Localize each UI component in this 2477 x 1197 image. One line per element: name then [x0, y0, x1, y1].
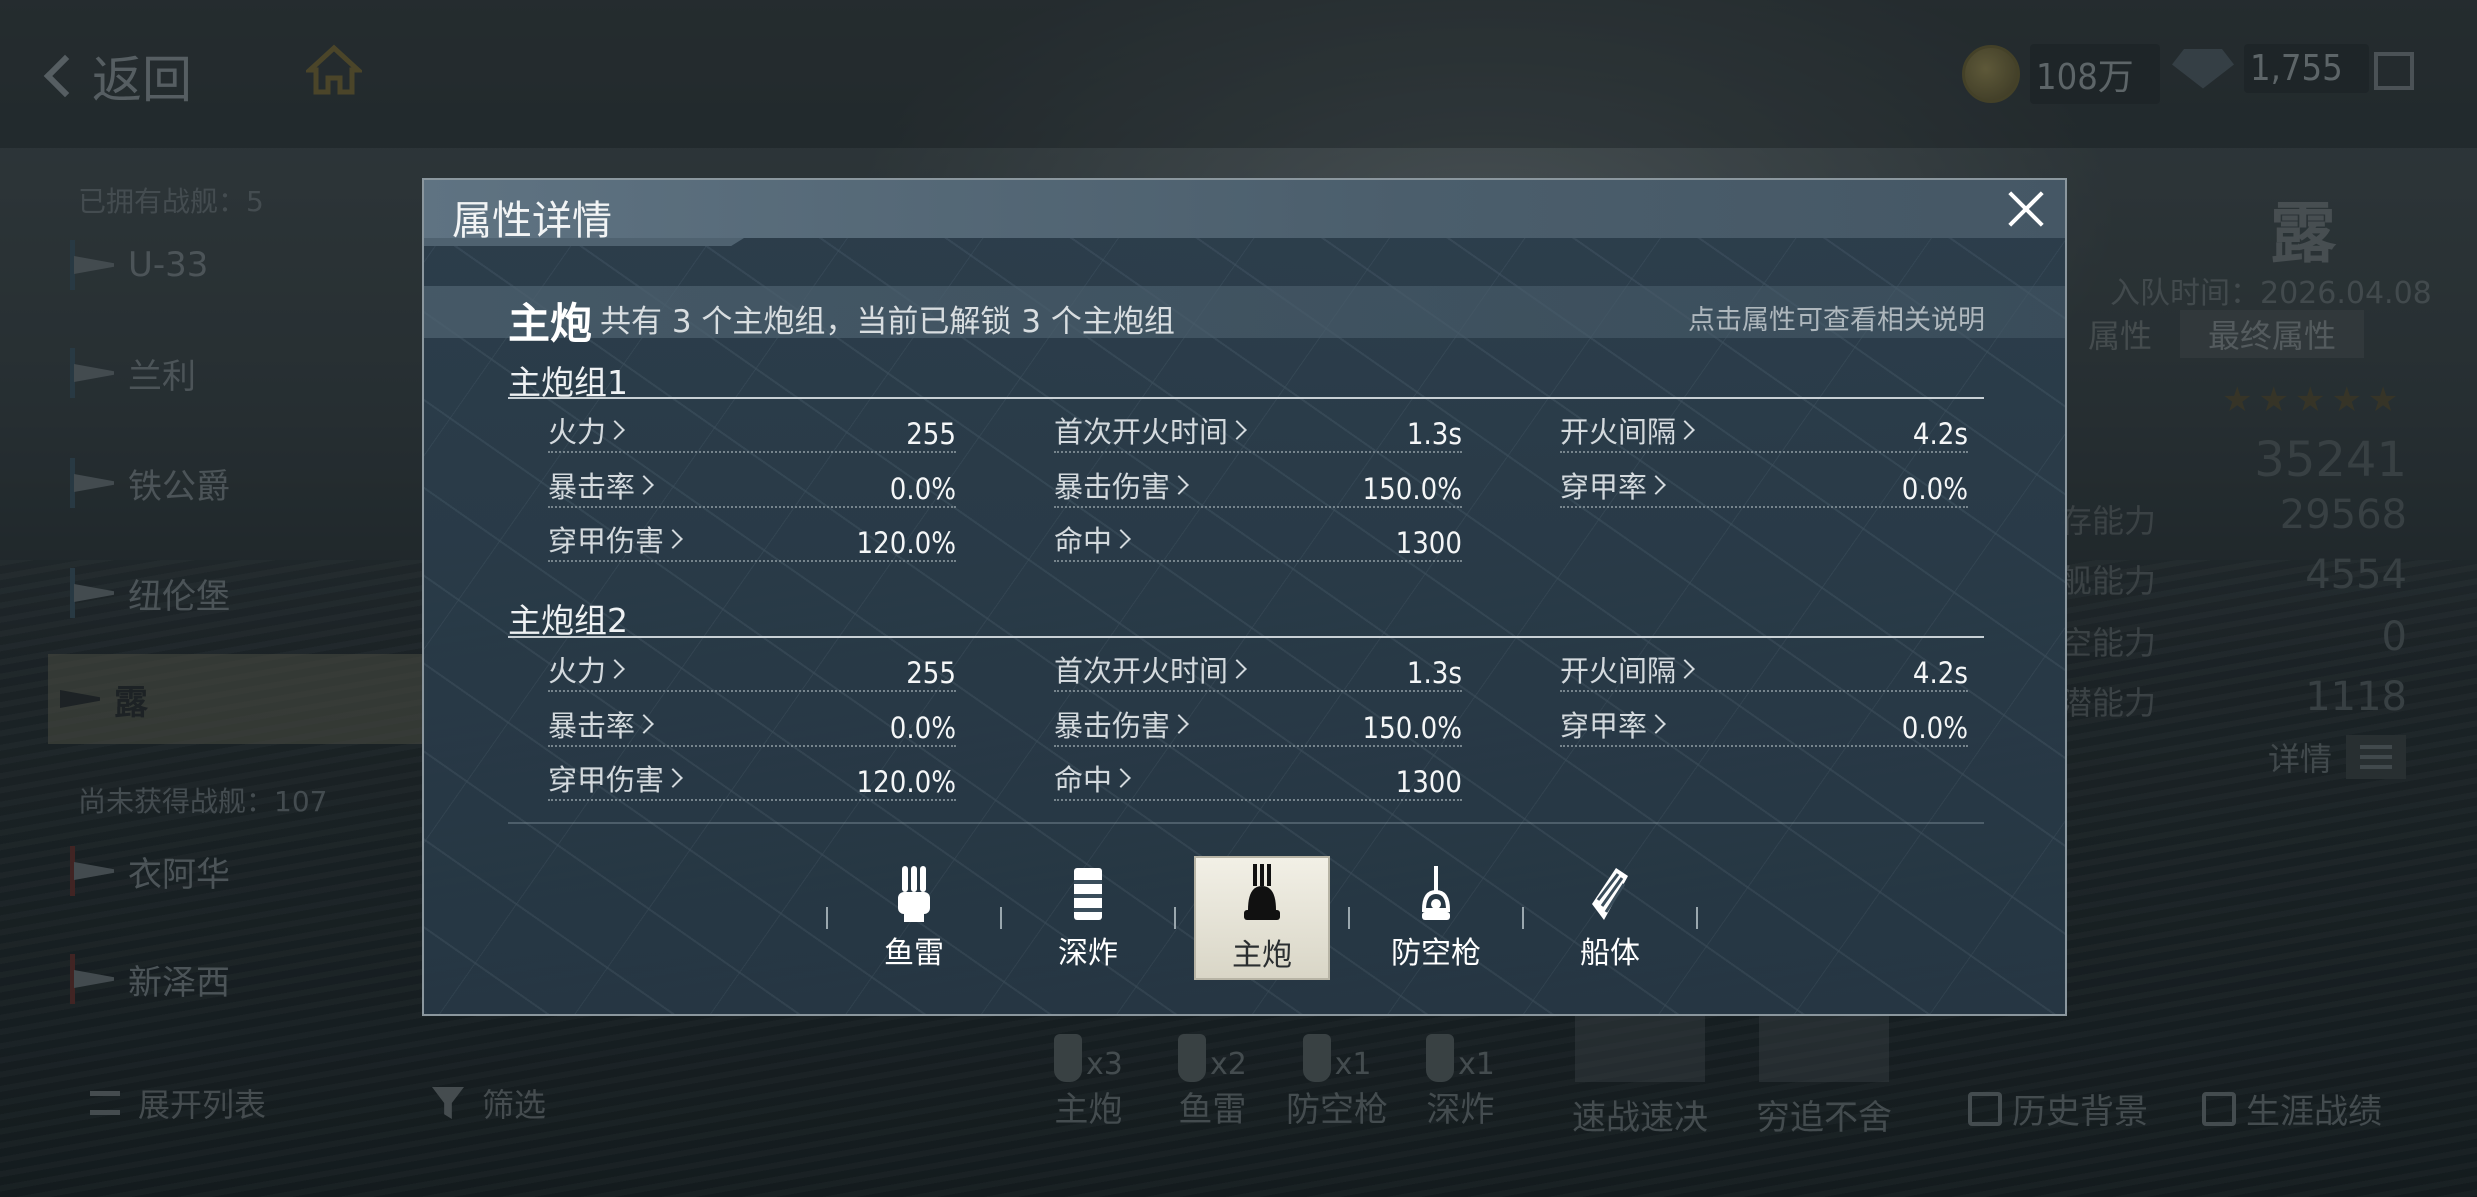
group-title: 主炮组2: [508, 601, 628, 640]
main-gun-icon: [1244, 864, 1280, 920]
attr-crit-damage[interactable]: 暴击伤害 150.0%: [1054, 470, 1462, 508]
attr-fire-interval[interactable]: 开火间隔 4.2s: [1560, 654, 1968, 692]
depth-charge-icon: [1074, 868, 1102, 920]
section-title: 主炮: [508, 299, 593, 348]
dialog-title: 属性详情: [452, 198, 612, 244]
torpedo-icon: [898, 866, 930, 922]
attr-firepower[interactable]: 火力 255: [548, 654, 956, 692]
close-icon[interactable]: [2007, 190, 2045, 228]
tab-hull[interactable]: 船体: [1542, 856, 1678, 980]
attr-first-fire-time[interactable]: 首次开火时间 1.3s: [1054, 415, 1462, 453]
attr-accuracy[interactable]: 命中 1300: [1054, 763, 1462, 801]
section-description: 共有 3 个主炮组，当前已解锁 3 个主炮组: [600, 304, 1175, 340]
hint-text: 点击属性可查看相关说明: [1688, 305, 1985, 336]
tab-depth-charge[interactable]: 深炸: [1020, 856, 1156, 980]
attr-firepower[interactable]: 火力 255: [548, 415, 956, 453]
attr-crit-damage[interactable]: 暴击伤害 150.0%: [1054, 709, 1462, 747]
attr-fire-interval[interactable]: 开火间隔 4.2s: [1560, 415, 1968, 453]
attr-penetration-rate[interactable]: 穿甲率 0.0%: [1560, 470, 1968, 508]
attr-accuracy[interactable]: 命中 1300: [1054, 524, 1462, 562]
attr-first-fire-time[interactable]: 首次开火时间 1.3s: [1054, 654, 1462, 692]
attribute-details-dialog: 属性详情 主炮 共有 3 个主炮组，当前已解锁 3 个主炮组 点击属性可查看相关…: [422, 178, 2067, 1016]
attr-crit-rate[interactable]: 暴击率 0.0%: [548, 709, 956, 747]
weapon-category-tabs: 鱼雷 深炸 主炮 防空枪 船体: [822, 856, 1702, 980]
tab-torpedo[interactable]: 鱼雷: [846, 856, 982, 980]
attr-penetration-damage[interactable]: 穿甲伤害 120.0%: [548, 524, 956, 562]
attr-penetration-damage[interactable]: 穿甲伤害 120.0%: [548, 763, 956, 801]
dialog-header: [424, 180, 2065, 238]
attr-crit-rate[interactable]: 暴击率 0.0%: [548, 470, 956, 508]
tab-main-gun[interactable]: 主炮: [1194, 856, 1330, 980]
attr-penetration-rate[interactable]: 穿甲率 0.0%: [1560, 709, 1968, 747]
tab-aa-gun[interactable]: 防空枪: [1368, 856, 1504, 980]
aa-gun-icon: [1421, 866, 1451, 920]
hull-icon: [1592, 868, 1628, 920]
